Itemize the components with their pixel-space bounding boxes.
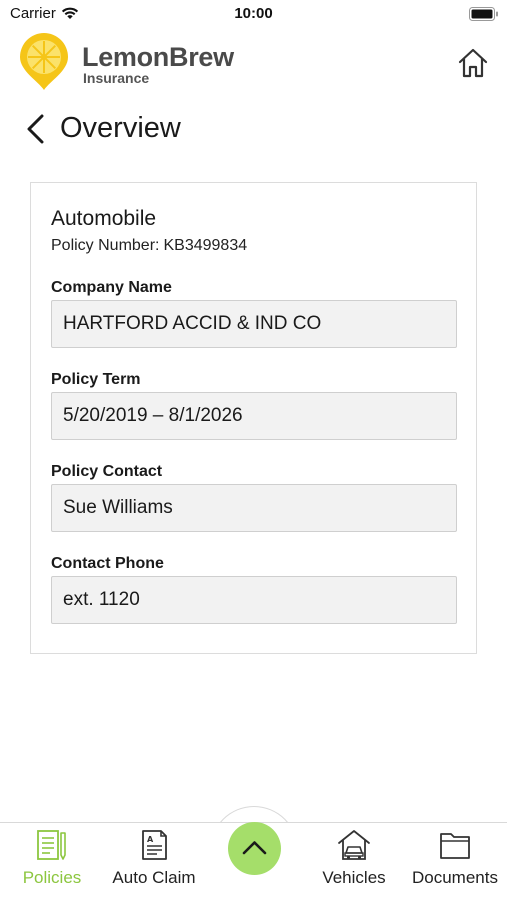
page-title: Overview xyxy=(60,112,181,144)
contact-phone-label: Contact Phone xyxy=(51,555,164,572)
chevron-up-icon xyxy=(242,841,267,855)
policy-term-label: Policy Term xyxy=(51,371,141,388)
svg-text:A: A xyxy=(147,835,154,844)
company-name-field: HARTFORD ACCID & IND CO xyxy=(51,300,457,348)
clock: 10:00 xyxy=(234,5,273,22)
expand-menu-button[interactable] xyxy=(228,822,281,875)
back-chevron-icon[interactable] xyxy=(24,113,48,145)
tab-policies-label: Policies xyxy=(22,868,82,887)
documents-icon xyxy=(440,833,470,859)
battery-icon xyxy=(469,7,498,21)
policy-card: Automobile Policy Number: KB3499834 Compa… xyxy=(30,182,477,654)
policy-number-label: Policy Number: xyxy=(51,237,160,254)
tab-documents[interactable]: Documents xyxy=(406,828,504,894)
company-name-label: Company Name xyxy=(51,279,172,296)
tab-documents-label: Documents xyxy=(412,868,498,887)
tab-vehicles-label: Vehicles xyxy=(322,868,386,887)
contact-phone-field: ext. 1120 xyxy=(51,576,457,624)
tab-policies[interactable]: Policies xyxy=(14,828,90,894)
policies-icon xyxy=(37,830,66,860)
brand-name: LemonBrew xyxy=(82,42,234,72)
policy-term-field: 5/20/2019 – 8/1/2026 xyxy=(51,392,457,440)
tab-auto-claim-label: Auto Claim xyxy=(112,868,196,887)
policy-number-value: KB3499834 xyxy=(163,237,248,254)
vehicles-icon xyxy=(338,830,370,860)
policy-contact-field: Sue Williams xyxy=(51,484,457,532)
brand-subtitle: Insurance xyxy=(83,70,150,86)
status-bar: Carrier 10:00 xyxy=(0,0,507,28)
policy-contact-label: Policy Contact xyxy=(51,463,163,480)
policy-type: Automobile xyxy=(51,207,157,230)
brand-logo-block: LemonBrew Insurance xyxy=(18,33,258,93)
tab-vehicles[interactable]: Vehicles xyxy=(316,828,392,894)
policy-number-line: Policy Number: KB3499834 xyxy=(51,237,247,255)
lemon-logo-icon xyxy=(20,33,68,90)
tab-auto-claim[interactable]: A Auto Claim xyxy=(108,828,200,894)
home-icon[interactable] xyxy=(456,46,490,80)
auto-claim-icon: A xyxy=(142,830,167,860)
